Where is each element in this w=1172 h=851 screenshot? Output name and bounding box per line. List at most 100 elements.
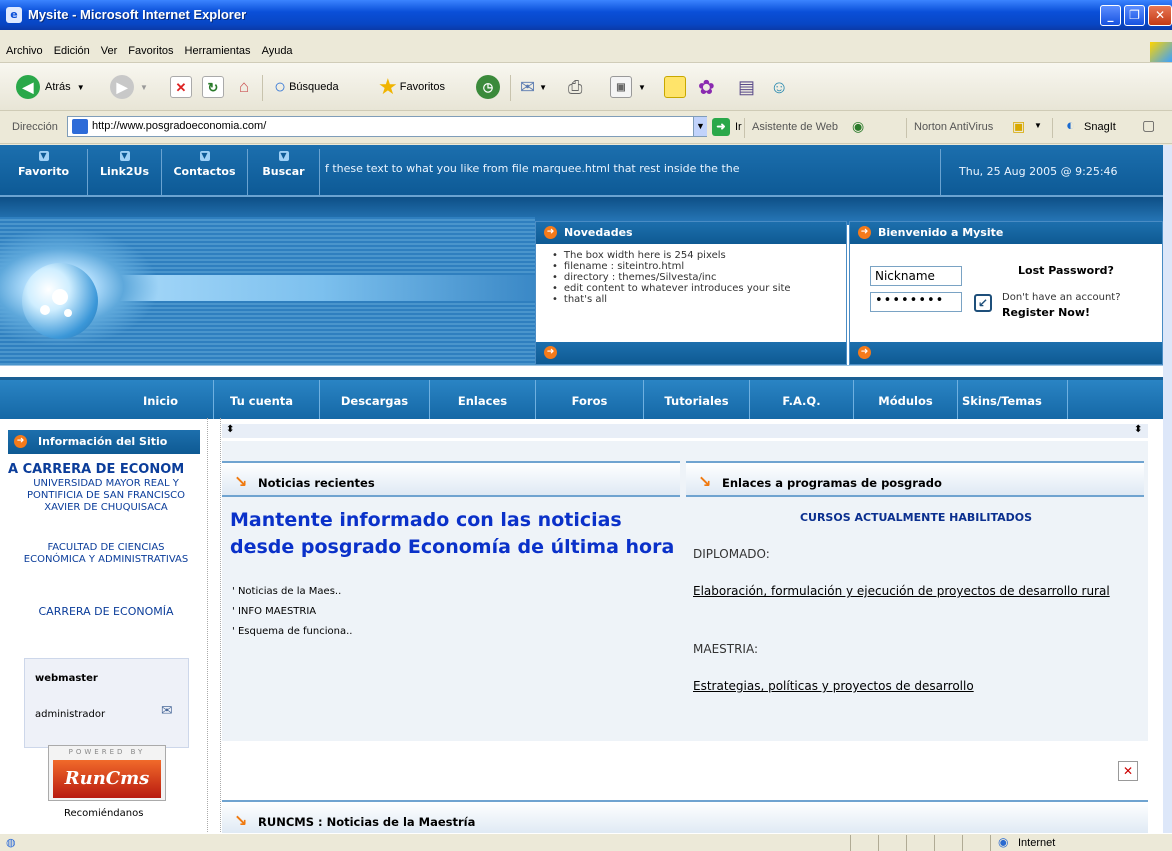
menu-ayuda[interactable]: Ayuda xyxy=(256,41,298,57)
news-item[interactable]: ' Esquema de funciona.. xyxy=(232,626,352,637)
favorites-button[interactable]: ★ Favoritos xyxy=(378,73,445,101)
print-button[interactable]: ⎙ xyxy=(568,73,582,101)
history-button[interactable]: ◷ xyxy=(476,73,500,101)
status-bar: ◍ ◉ Internet xyxy=(0,833,1172,851)
edit-button[interactable]: ▣ ▼ xyxy=(610,73,646,101)
title-bar: e Mysite - Microsoft Internet Explorer _… xyxy=(0,0,1172,30)
vertical-scrollbar[interactable] xyxy=(1163,145,1172,833)
topnav-favorito[interactable]: ▼ Favorito xyxy=(0,149,88,195)
arrow-down-right-icon: ↘ xyxy=(234,472,248,491)
arrow-right-icon[interactable]: ➜ xyxy=(544,346,557,359)
research-icon: ▤ xyxy=(738,76,756,97)
messenger-button[interactable]: ✿ xyxy=(698,73,715,101)
menu-herramientas[interactable]: Herramientas xyxy=(179,41,256,57)
notes-button[interactable] xyxy=(664,73,686,101)
search-button[interactable]: ○ Búsqueda xyxy=(274,73,339,101)
topnav-contactos[interactable]: ▼ Contactos xyxy=(162,149,248,195)
minimize-button[interactable]: _ xyxy=(1100,5,1121,26)
arrow-right-icon: ➜ xyxy=(858,226,871,239)
snagit-icon[interactable]: ◐ xyxy=(1066,117,1075,134)
diplomado-link[interactable]: Elaboración, formulación y ejecución de … xyxy=(693,583,1133,600)
norton-label[interactable]: Norton AntiVirus xyxy=(914,121,993,133)
runcms-logo: RunCms xyxy=(53,760,161,798)
refresh-button[interactable]: ↻ xyxy=(202,73,224,101)
maestria-link[interactable]: Estrategias, políticas y proyectos de de… xyxy=(693,678,1133,695)
scroll-right-icon[interactable]: ⬍ xyxy=(1134,424,1142,435)
nav-faq[interactable]: F.A.Q. xyxy=(750,380,854,419)
powered-by-badge[interactable]: POWERED BY RunCms xyxy=(48,745,166,801)
windows-logo-icon xyxy=(1150,42,1172,62)
register-link[interactable]: Register Now! xyxy=(1002,306,1090,319)
restore-button[interactable]: ❐ xyxy=(1124,5,1145,26)
forward-button[interactable]: ▶ ▼ xyxy=(110,73,148,101)
stop-button[interactable]: ✕ xyxy=(170,73,192,101)
message-icon[interactable]: ✉ xyxy=(161,703,173,719)
stop-icon: ✕ xyxy=(170,76,192,98)
download-icon: ▼ xyxy=(119,151,130,161)
nav-tutoriales[interactable]: Tutoriales xyxy=(644,380,750,419)
go-label: Ir xyxy=(735,121,742,133)
home-button[interactable]: ⌂ xyxy=(233,73,255,101)
menu-edicion[interactable]: Edición xyxy=(48,41,95,57)
maestria-label: MAESTRIA: xyxy=(693,642,759,656)
history-icon: ◷ xyxy=(476,75,500,99)
snagit-label[interactable]: SnagIt xyxy=(1084,121,1116,133)
contacts-button[interactable]: ☺ xyxy=(770,73,788,101)
topnav-link2us[interactable]: ▼ Link2Us xyxy=(88,149,162,195)
main-nav: Inicio Tu cuenta Descargas Enlaces Foros… xyxy=(0,377,1163,419)
news-header: ↘ Noticias recientes xyxy=(222,461,680,497)
nav-foros[interactable]: Foros xyxy=(536,380,644,419)
internet-zone-icon: ◉ xyxy=(998,835,1009,849)
menu-favoritos[interactable]: Favoritos xyxy=(122,41,178,57)
mail-button[interactable]: ✉ ▼ xyxy=(520,73,547,101)
menu-archivo[interactable]: Archivo xyxy=(0,41,48,57)
password-input[interactable]: •••••••• xyxy=(870,292,962,312)
globe-icon[interactable]: ◉ xyxy=(852,118,864,135)
research-button[interactable]: ▤ xyxy=(738,73,755,101)
ie-icon: e xyxy=(6,7,22,23)
user-role: administrador xyxy=(35,709,106,720)
lost-password-link[interactable]: Lost Password? xyxy=(1018,264,1114,277)
edit-icon: ▣ xyxy=(610,76,632,98)
nav-modulos[interactable]: Módulos xyxy=(854,380,958,419)
snagit-capture-icon[interactable]: ▢ xyxy=(1142,117,1155,134)
username[interactable]: webmaster xyxy=(35,673,98,684)
norton-icon[interactable]: ▣ xyxy=(1012,118,1025,135)
broken-image-icon: ✕ xyxy=(1118,761,1138,781)
url-dropdown-button[interactable]: ▼ xyxy=(693,117,707,136)
standard-toolbar: ◀ Atrás ▼ ▶ ▼ ✕ ↻ ⌂ ○ Búsqueda ★ Favorit… xyxy=(0,63,1172,111)
messenger-icon: ✿ xyxy=(698,76,715,99)
login-button[interactable]: ↙ xyxy=(974,294,992,312)
powered-label: POWERED BY xyxy=(68,748,146,756)
nav-tu-cuenta[interactable]: Tu cuenta xyxy=(214,380,320,419)
news-item[interactable]: ' INFO MAESTRIA xyxy=(232,606,316,617)
arrow-down-right-icon: ↘ xyxy=(698,472,712,491)
nav-descargas[interactable]: Descargas xyxy=(320,380,430,419)
menu-ver[interactable]: Ver xyxy=(95,41,123,57)
topnav-buscar[interactable]: ▼ Buscar xyxy=(248,149,320,195)
nav-inicio[interactable]: Inicio xyxy=(108,380,214,419)
web-assistant-label[interactable]: Asistente de Web xyxy=(752,121,838,133)
download-icon: ▼ xyxy=(38,151,49,161)
user-box: webmaster administrador ✉ xyxy=(24,658,189,748)
news-item[interactable]: ' Noticias de la Maes.. xyxy=(232,586,341,597)
arrow-right-icon[interactable]: ➜ xyxy=(858,346,871,359)
diplomado-label: DIPLOMADO: xyxy=(693,547,770,561)
sidebar-header: ➜ Información del Sitio xyxy=(8,430,200,454)
back-button[interactable]: ◀ Atrás ▼ xyxy=(16,73,85,101)
chevron-down-icon[interactable]: ▼ xyxy=(1034,121,1042,130)
scroll-left-icon[interactable]: ⬍ xyxy=(226,424,234,435)
url-input[interactable]: http://www.posgradoeconomia.com/ xyxy=(67,116,707,137)
nav-skins-temas[interactable]: Skins/Temas xyxy=(958,380,1068,419)
close-button[interactable]: ✕ xyxy=(1148,5,1172,26)
nickname-input[interactable]: Nickname xyxy=(870,266,962,286)
recommend-link[interactable]: Recomiéndanos xyxy=(64,808,143,819)
chevron-down-icon: ▼ xyxy=(539,82,548,92)
chevron-down-icon: ▼ xyxy=(76,82,85,92)
download-icon: ▼ xyxy=(278,151,289,161)
forward-arrow-icon: ▶ xyxy=(110,75,134,99)
content-scroll-strip[interactable]: ⬍ ⬍ xyxy=(222,424,1148,438)
go-button[interactable]: ➜ Ir xyxy=(712,118,742,136)
nav-enlaces[interactable]: Enlaces xyxy=(430,380,536,419)
novedades-list: The box width here is 254 pixels filenam… xyxy=(552,250,791,305)
